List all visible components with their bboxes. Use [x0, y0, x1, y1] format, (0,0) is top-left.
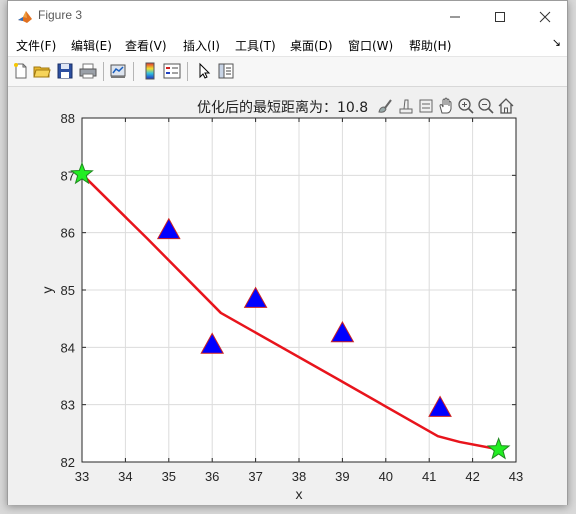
minimize-button[interactable] — [432, 1, 478, 32]
matlab-icon — [18, 11, 32, 23]
chart-axes[interactable]: 33 34 35 36 37 38 39 40 41 42 4382838485868788 x y — [8, 87, 567, 505]
menu-bar: 文件(F) 编辑(E) 查看(V) 插入(I) 工具(T) 桌面(D) 窗口(W… — [8, 32, 567, 57]
y-tick-label: 85 — [61, 283, 75, 298]
y-tick-label: 86 — [61, 226, 75, 241]
toolbar-separator — [133, 62, 134, 81]
menu-window[interactable]: 窗口(W) — [348, 37, 393, 54]
menu-help[interactable]: 帮助(H) — [409, 37, 451, 54]
property-inspector-icon[interactable] — [217, 62, 235, 80]
print-icon[interactable] — [79, 62, 97, 80]
x-tick-label: 42 — [465, 469, 479, 484]
maximize-icon — [495, 11, 505, 22]
maximize-button[interactable] — [477, 1, 523, 32]
edit-plot-arrow-icon[interactable] — [195, 62, 213, 80]
menu-dock-arrow[interactable]: ↘ — [552, 36, 561, 49]
y-axis-label: y — [39, 287, 55, 294]
x-tick-label: 34 — [118, 469, 132, 484]
x-tick-label: 36 — [205, 469, 219, 484]
menu-edit[interactable]: 编辑(E) — [71, 37, 112, 54]
x-tick-label: 33 — [75, 469, 89, 484]
x-axis-label: x — [296, 486, 303, 502]
insert-legend-icon[interactable] — [163, 62, 181, 80]
y-tick-label: 82 — [61, 455, 75, 470]
x-tick-label: 38 — [292, 469, 306, 484]
close-button[interactable] — [522, 1, 568, 32]
insert-colorbar-icon[interactable] — [141, 62, 159, 80]
y-tick-label: 88 — [61, 111, 75, 126]
figure-toolbar — [8, 57, 567, 87]
figure-canvas: 优化后的最短距离为：10.8 33 34 35 36 37 38 39 40 4… — [8, 87, 567, 505]
x-tick-label: 39 — [335, 469, 349, 484]
x-tick-label: 43 — [509, 469, 523, 484]
menu-file[interactable]: 文件(F) — [16, 37, 56, 54]
x-tick-label: 35 — [162, 469, 176, 484]
menu-insert[interactable]: 插入(I) — [183, 37, 220, 54]
menu-tools[interactable]: 工具(T) — [235, 37, 276, 54]
link-plot-icon[interactable] — [109, 62, 127, 80]
save-icon[interactable] — [56, 62, 74, 80]
title-bar[interactable]: Figure 3 — [8, 1, 567, 32]
x-tick-label: 37 — [248, 469, 262, 484]
figure-window: Figure 3 文件(F) 编辑(E) 查看(V) 插入(I) 工具(T) 桌… — [7, 0, 568, 505]
minimize-icon — [450, 16, 460, 17]
menu-desktop[interactable]: 桌面(D) — [290, 37, 333, 54]
x-tick-label: 40 — [379, 469, 393, 484]
menu-view[interactable]: 查看(V) — [125, 37, 167, 54]
close-icon — [539, 11, 551, 22]
y-tick-label: 84 — [61, 340, 75, 355]
toolbar-separator — [187, 62, 188, 81]
x-tick-label: 41 — [422, 469, 436, 484]
open-file-icon[interactable] — [33, 62, 51, 80]
toolbar-separator — [103, 62, 104, 81]
window-title: Figure 3 — [38, 8, 83, 22]
y-tick-label: 83 — [61, 398, 75, 413]
new-figure-icon[interactable] — [12, 62, 30, 80]
